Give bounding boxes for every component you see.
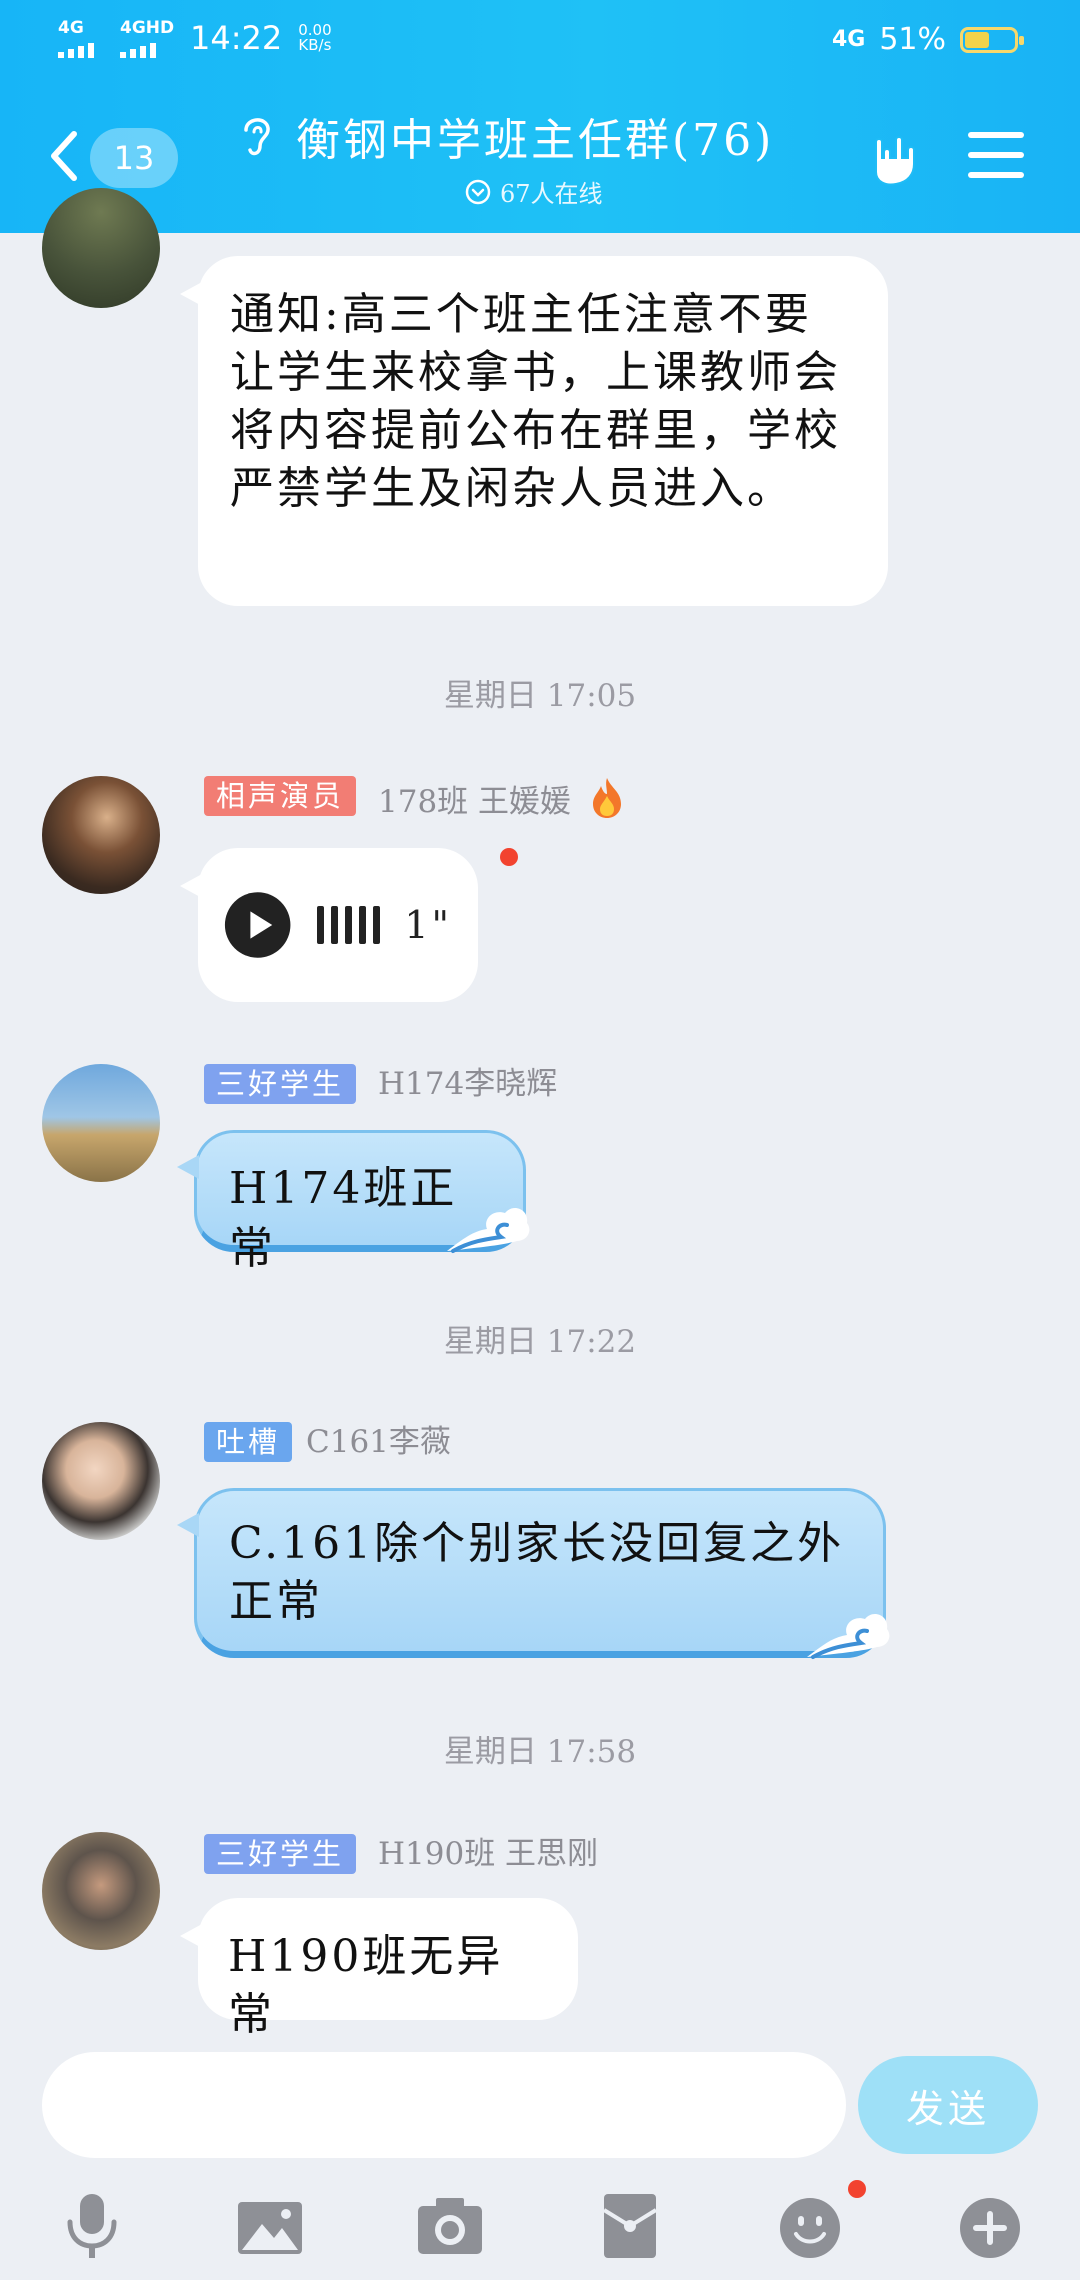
red-packet-icon[interactable]: [594, 2190, 666, 2262]
unplayed-dot: [500, 848, 518, 866]
play-icon[interactable]: [224, 888, 291, 962]
avatar[interactable]: [42, 1422, 160, 1540]
speed-unit: KB/s: [298, 36, 332, 54]
avatar[interactable]: [42, 776, 160, 894]
signal-2-label: 4GHD: [120, 18, 175, 38]
online-count: 67人在线: [500, 180, 603, 208]
chat-title-area[interactable]: 衡钢中学班主任群(76) 67人在线: [236, 104, 796, 209]
member-title-badge: 相声演员: [204, 776, 357, 816]
status-bar: 4G 4GHD 14:22 0.00 KB/s 4G 51%: [0, 0, 1080, 86]
battery-icon: [960, 26, 1024, 53]
voice-waveform-icon: [317, 906, 381, 944]
network-type: 4G: [831, 27, 866, 52]
message-bubble[interactable]: 通知:高三个班主任注意不要让学生来校拿书，上课教师会将内容提前公布在群里，学校严…: [180, 256, 888, 606]
timestamp: 星期日 17:22: [443, 1324, 637, 1360]
message-bubble[interactable]: H190班无异常: [180, 1898, 578, 2040]
member-title-badge: 三好学生: [204, 1834, 357, 1874]
avatar[interactable]: [42, 188, 160, 308]
member-title-badge: 吐槽: [204, 1422, 293, 1462]
message-input[interactable]: [42, 2052, 846, 2158]
mic-icon[interactable]: [56, 2190, 128, 2262]
chevron-down-circle-icon: [465, 179, 491, 204]
image-icon[interactable]: [234, 2190, 306, 2262]
battery-percent: 51%: [879, 22, 946, 57]
input-toolbar: [0, 2180, 1080, 2280]
menu-icon[interactable]: [968, 132, 1024, 182]
message-bubble[interactable]: C.161除个别家长没回复之外正常: [177, 1488, 890, 1659]
emoji-notification-dot: [848, 2180, 866, 2198]
fire-icon: [592, 778, 621, 818]
camera-icon[interactable]: [414, 2190, 486, 2262]
sender-name: C161李薇: [306, 1424, 451, 1460]
sender-name-text: 178班 王媛媛: [378, 784, 572, 820]
signal-icon: 4GHD: [120, 18, 174, 58]
sender-name: H174李晓辉: [378, 1066, 558, 1102]
back-arrow-icon[interactable]: [44, 128, 84, 184]
message-text: H190班无异常: [228, 1931, 504, 2040]
member-title-badge: 三好学生: [204, 1064, 357, 1104]
sender-name: H190班 王思刚: [378, 1836, 599, 1872]
voice-duration: 1": [404, 903, 452, 947]
hand-gesture-icon[interactable]: [862, 128, 922, 188]
header: 4G 4GHD 14:22 0.00 KB/s 4G 51% 13 衡钢中学班主…: [0, 0, 1080, 233]
message-text: C.161除个别家长没回复之外正常: [229, 1518, 845, 1627]
message-bubble[interactable]: H174班正常: [177, 1130, 530, 1274]
sender-name: 178班 王媛媛: [378, 776, 627, 822]
unread-count-badge[interactable]: 13: [90, 128, 178, 188]
network-speed: 0.00 KB/s: [298, 23, 331, 53]
message-text: 通知:高三个班主任注意不要让学生来校拿书，上课教师会将内容提前公布在群里，学校严…: [230, 289, 841, 514]
ear-icon: [244, 118, 270, 156]
chat-screen: 4G 4GHD 14:22 0.00 KB/s 4G 51% 13 衡钢中学班主…: [0, 0, 1080, 2280]
plus-icon[interactable]: [954, 2190, 1026, 2262]
group-title: 衡钢中学班主任群(76): [296, 115, 775, 166]
timestamp: 星期日 17:05: [443, 678, 637, 714]
wave-decoration-icon: [807, 1614, 890, 1659]
avatar[interactable]: [42, 1064, 160, 1182]
avatar[interactable]: [42, 1832, 160, 1950]
signal-1-label: 4G: [58, 18, 84, 38]
message-text: H174班正常: [229, 1163, 458, 1274]
emoji-icon[interactable]: [774, 2190, 846, 2262]
wave-decoration-icon: [447, 1208, 530, 1253]
voice-message-bubble[interactable]: 1": [180, 848, 478, 1002]
signal-icon: 4G: [58, 18, 104, 58]
clock: 14:22: [190, 19, 283, 57]
send-button[interactable]: 发送: [858, 2056, 1038, 2154]
timestamp: 星期日 17:58: [443, 1734, 637, 1770]
